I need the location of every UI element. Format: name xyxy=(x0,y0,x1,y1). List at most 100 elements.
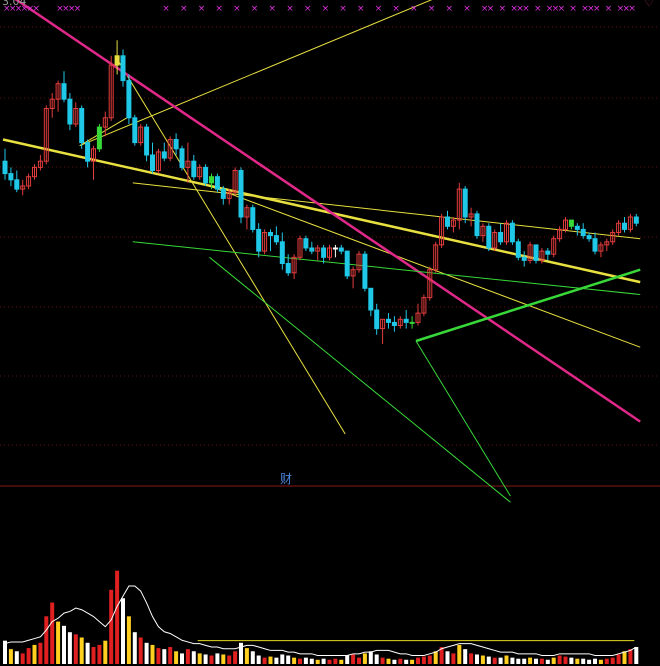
signal-marker: × xyxy=(322,4,330,14)
volume-bar xyxy=(115,570,120,664)
volume-bar xyxy=(368,651,373,664)
volume-bar xyxy=(475,654,479,664)
candle-body xyxy=(132,117,138,144)
volume-bar xyxy=(604,658,609,664)
volume-bar xyxy=(463,649,468,664)
volume-bar xyxy=(298,658,302,664)
candle-body xyxy=(273,235,279,243)
volume-bar xyxy=(132,632,137,664)
signal-marker: × xyxy=(339,4,347,14)
volume-bar xyxy=(374,654,379,664)
volume-bar xyxy=(303,657,308,664)
volume-bar xyxy=(545,659,550,664)
volume-bar xyxy=(67,632,72,664)
volume-bar xyxy=(534,658,538,664)
candle-body xyxy=(268,232,273,237)
signal-marker: × xyxy=(392,4,400,14)
volume-bar xyxy=(339,659,344,664)
volume-bar xyxy=(516,658,521,664)
finance-button[interactable]: 财 xyxy=(280,470,292,487)
volume-bar xyxy=(504,655,509,664)
volume-bar xyxy=(480,655,485,664)
volume-bar xyxy=(563,656,568,664)
signal-marker: × xyxy=(74,4,82,14)
signal-marker: × xyxy=(198,4,206,14)
volume-bar xyxy=(315,659,320,664)
volume-bar xyxy=(551,657,556,664)
volume-bar xyxy=(227,655,232,664)
candle-body xyxy=(8,173,14,181)
signal-marker: × xyxy=(375,4,383,14)
volume-bar xyxy=(3,640,7,664)
volume-bar xyxy=(103,640,108,664)
volume-bar xyxy=(32,644,37,664)
candle-body xyxy=(238,170,244,218)
volume-bar xyxy=(410,659,415,664)
signal-marker: × xyxy=(499,4,507,14)
signal-marker: × xyxy=(215,4,223,14)
candle-body xyxy=(580,228,586,237)
candle-body xyxy=(67,98,73,125)
volume-bar xyxy=(469,653,474,664)
signal-marker: × xyxy=(628,4,636,14)
trend-line xyxy=(2,138,641,284)
volume-bar xyxy=(268,656,273,664)
volume-bar xyxy=(634,647,639,664)
volume-bar xyxy=(616,654,621,664)
candle-body xyxy=(368,287,374,311)
volume-bar xyxy=(321,658,326,664)
signal-marker: × xyxy=(269,4,277,14)
volume-bar xyxy=(85,642,90,664)
volume-bar xyxy=(622,651,627,664)
heart-icon[interactable]: ♡ xyxy=(644,0,654,9)
volume-bar xyxy=(56,621,61,664)
candle-body xyxy=(574,225,580,230)
volume-bar xyxy=(628,649,633,664)
volume-bar xyxy=(581,658,586,664)
candle-body xyxy=(521,256,527,261)
volume-bar xyxy=(557,655,562,664)
candle-body xyxy=(161,151,167,159)
candle-body xyxy=(622,222,627,230)
volume-bar xyxy=(144,642,149,664)
volume-bar xyxy=(121,598,125,664)
candle-body xyxy=(150,154,155,171)
volume-bar xyxy=(197,653,202,664)
volume-bar xyxy=(575,658,580,664)
candle-body xyxy=(179,148,185,168)
signal-marker: × xyxy=(558,4,566,14)
volume-bar xyxy=(539,658,544,664)
volume-bar xyxy=(162,649,167,664)
volume-bar xyxy=(362,653,367,664)
candle-body xyxy=(203,166,209,184)
volume-bar xyxy=(156,648,161,664)
signal-marker: × xyxy=(357,4,365,14)
signal-marker: × xyxy=(446,4,454,14)
volume-bar xyxy=(398,658,403,664)
volume-bar xyxy=(451,653,456,664)
volume-bar xyxy=(233,651,238,664)
volume-bar xyxy=(262,657,267,664)
volume-bar xyxy=(91,647,96,664)
volume-bar xyxy=(292,657,297,664)
candle-body xyxy=(309,247,315,252)
volume-bar xyxy=(8,649,13,664)
signal-marker: × xyxy=(286,4,294,14)
volume-bar xyxy=(333,658,338,664)
candle-body xyxy=(285,263,291,274)
volume-bar xyxy=(421,656,426,664)
candle-body xyxy=(509,222,515,243)
volume-bar xyxy=(185,649,190,664)
volume-bar xyxy=(380,657,385,664)
candle-body xyxy=(409,321,415,324)
candle-body xyxy=(592,238,598,252)
candle-body xyxy=(403,318,409,323)
volume-bar xyxy=(445,651,450,664)
volume-bar xyxy=(109,589,114,664)
candle-body xyxy=(220,188,226,199)
volume-bar xyxy=(191,651,196,664)
price-volume-chart[interactable]: ×××××× ×××× × × × × × × × × × × × × × × × × × × ×× × ××× × ××× × ×… xyxy=(0,0,660,666)
volume-bar xyxy=(62,625,66,664)
volume-bar xyxy=(433,651,438,664)
volume-bar xyxy=(250,651,255,664)
